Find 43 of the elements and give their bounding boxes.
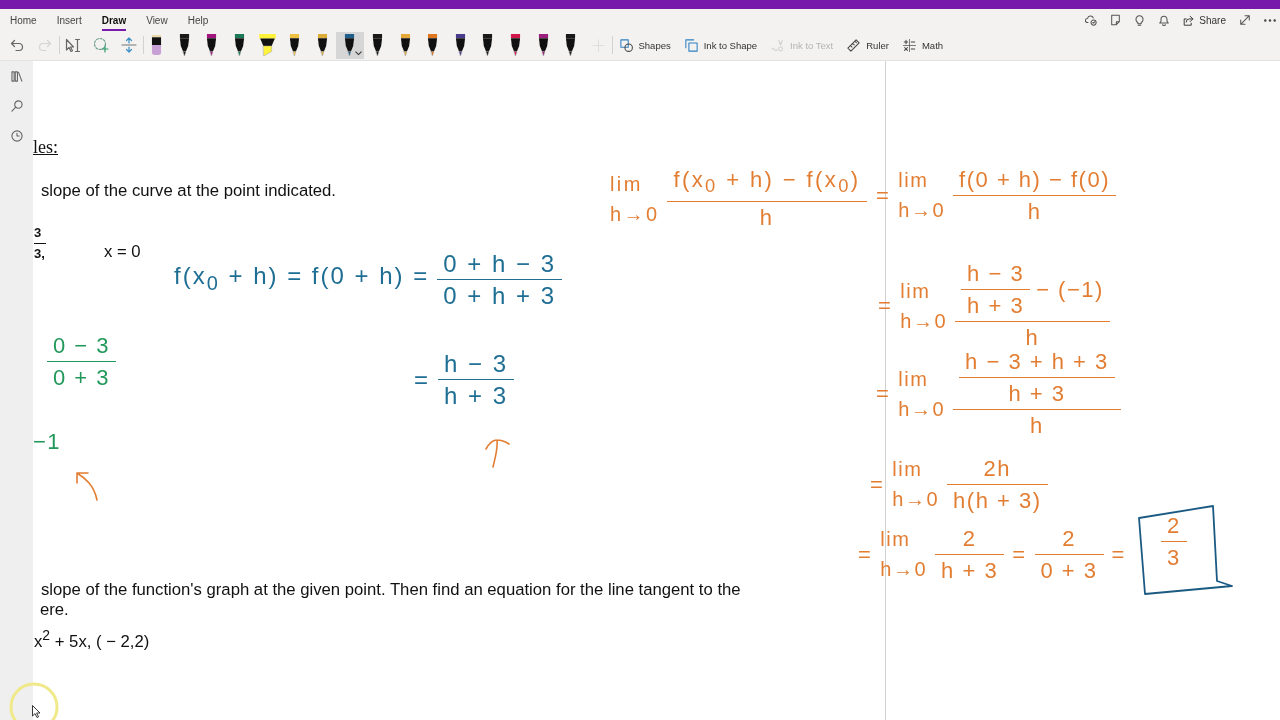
handwritten-math: 0 − 3 0 + 3 xyxy=(47,333,117,390)
section-heading: les: xyxy=(33,137,58,158)
ink-to-shape-button[interactable]: Ink to Shape xyxy=(677,32,765,58)
question-text: ere. xyxy=(40,600,69,619)
shapes-icon xyxy=(619,38,633,52)
math-expression: x = 0 xyxy=(104,242,141,261)
search-icon[interactable] xyxy=(10,100,23,112)
pen-button[interactable] xyxy=(336,31,364,59)
math-symbols-icon xyxy=(902,38,916,52)
pointer-text-icon[interactable] xyxy=(65,37,81,53)
ruler-button[interactable]: Ruler xyxy=(840,32,896,58)
notebook-icon[interactable] xyxy=(1110,14,1122,26)
question-text: slope of the function's graph at the given point. Then find an equation for the line tangent to the xyxy=(41,580,741,599)
ruler-icon xyxy=(847,38,861,52)
more-icon[interactable] xyxy=(1264,18,1276,22)
caret-icon xyxy=(354,51,362,56)
expand-icon[interactable] xyxy=(1239,14,1251,26)
books-icon[interactable] xyxy=(10,70,23,82)
share-icon xyxy=(1183,14,1195,26)
handwritten-math: 2 3 xyxy=(1161,513,1187,570)
add-space-icon[interactable] xyxy=(121,37,137,53)
ribbon-tab[interactable]: Insert xyxy=(56,9,82,31)
handwritten-math: −1 xyxy=(33,429,62,454)
math-button[interactable]: Math xyxy=(895,32,951,58)
lightbulb-icon[interactable] xyxy=(1134,14,1146,26)
ribbon-tab[interactable]: Help xyxy=(187,9,209,31)
shapes-button[interactable]: Shapes xyxy=(612,32,678,58)
text-conversion-icon xyxy=(771,38,785,52)
undo-icon[interactable] xyxy=(10,38,24,52)
cloud-sync-icon[interactable] xyxy=(1085,14,1098,26)
cursor-highlight-icon xyxy=(9,682,59,720)
question-text: slope of the curve at the point indicated. xyxy=(41,181,336,200)
ribbon-tab[interactable]: Home xyxy=(10,9,37,31)
share-button[interactable]: Share xyxy=(1183,14,1226,26)
clock-icon[interactable] xyxy=(10,130,23,142)
math-fraction: 3 3, xyxy=(34,226,46,261)
handwritten-math: lim h→0 f(x$_{0}$ + h) − f(x$_{0}$) h xyxy=(610,167,867,231)
overlapping-squares-icon xyxy=(684,38,698,52)
lasso-plus-icon[interactable] xyxy=(93,37,109,53)
math-expression: x$^{2}$ + 5x, ( − 2,2) xyxy=(34,626,150,651)
bell-icon[interactable] xyxy=(1158,14,1171,26)
ribbon-tab[interactable]: View xyxy=(146,9,168,31)
ribbon-tab[interactable]: Draw xyxy=(101,9,127,31)
